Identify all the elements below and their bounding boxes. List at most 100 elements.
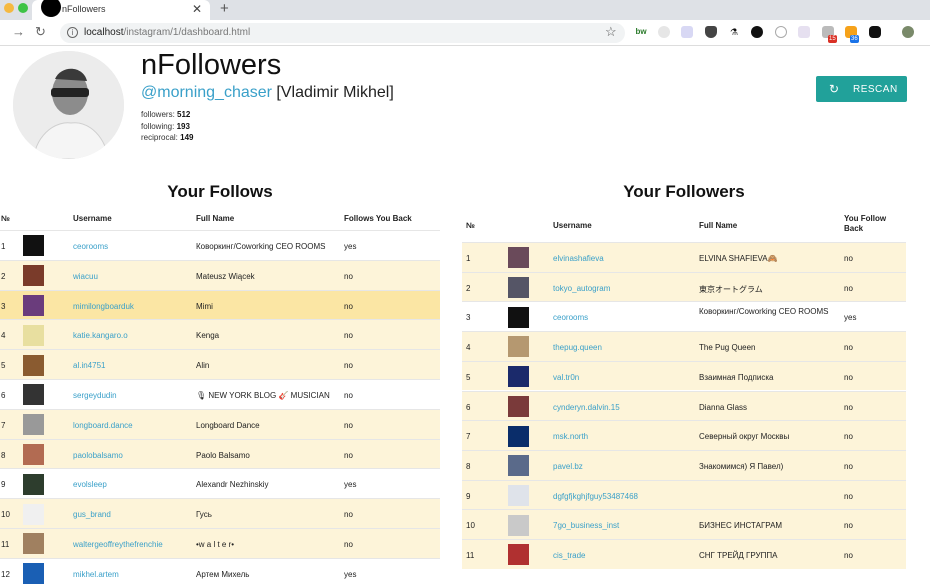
row-number: 8 <box>1 450 6 460</box>
username-link[interactable]: elvinashafieva <box>553 254 604 263</box>
username-link[interactable]: 7go_business_inst <box>553 521 619 530</box>
follow-back-status: no <box>344 361 353 371</box>
username-link[interactable]: cis_trade <box>553 551 585 560</box>
username-link[interactable]: mimilongboarduk <box>73 302 134 311</box>
full-name: Mateusz Wiącek <box>196 271 255 281</box>
col-number-header: № <box>466 221 475 230</box>
table-row[interactable]: 11 cis_trade СНГ ТРЕЙД ГРУППА no <box>462 539 906 569</box>
table-row[interactable]: 5 al.in4751 Alin no <box>0 349 440 379</box>
col-fullname-header[interactable]: Full Name <box>699 221 737 230</box>
col-follows-back-header[interactable]: Follows You Back <box>344 214 412 223</box>
table-row[interactable]: 5 val.tr0n Взаимная Подписка no <box>462 360 906 391</box>
new-tab-button[interactable]: + <box>220 0 229 17</box>
row-number: 9 <box>466 491 471 501</box>
url-path: /instagram/1/dashboard.html <box>123 27 251 38</box>
username-link[interactable]: ceorooms <box>73 242 108 251</box>
username-link[interactable]: ceorooms <box>553 313 588 322</box>
username-link[interactable]: evolsleep <box>73 480 107 489</box>
extension-bottle-icon[interactable] <box>798 26 810 38</box>
extension-pocket-icon[interactable] <box>705 26 717 38</box>
row-number: 9 <box>1 480 6 490</box>
table-row[interactable]: 9 evolsleep Alexandr Nezhinskiy yes <box>0 468 440 499</box>
full-name: Alexandr Nezhinskiy <box>196 480 269 490</box>
reload-icon[interactable]: ↻ <box>35 24 46 40</box>
table-row[interactable]: 6 cynderyn.dalvin.15 Dianna Glass no <box>462 390 906 421</box>
user-avatar-thumbnail <box>23 235 44 257</box>
profile-handle-link[interactable]: @morning_chaser <box>141 84 272 101</box>
table-row[interactable]: 11 waltergeoffreythefrenchie •w a l t e r•… <box>0 528 440 558</box>
username-link[interactable]: wiacuu <box>73 272 98 281</box>
username-link[interactable]: al.in4751 <box>73 361 105 370</box>
username-link[interactable]: thepug.queen <box>553 343 602 352</box>
row-number: 12 <box>1 569 10 579</box>
table-row[interactable]: 8 pavel.bz Знакомимся) Я Павел) no <box>462 449 906 480</box>
table-row[interactable]: 2 tokyo_autogram 東京オートグラム no <box>462 271 906 302</box>
table-row[interactable]: 1 elvinashafieva ELVINA SHAFIEVA🙈 no <box>462 242 906 272</box>
table-row[interactable]: 12 mikhel.artem Артем Михель yes <box>0 557 440 588</box>
follow-back-status: no <box>844 402 853 412</box>
row-number: 1 <box>466 254 471 263</box>
username-link[interactable]: katie.kangaro.o <box>73 331 128 340</box>
follow-back-status: no <box>344 510 353 520</box>
extension-translate-icon[interactable] <box>681 26 693 38</box>
profile-avatar <box>13 51 124 159</box>
username-link[interactable]: tokyo_autogram <box>553 284 610 293</box>
extension-bw-icon[interactable]: bw <box>635 26 647 38</box>
col-username-header[interactable]: Username <box>553 221 592 230</box>
username-link[interactable]: val.tr0n <box>553 373 579 382</box>
extension-cloud-icon[interactable] <box>658 26 670 38</box>
col-username-header[interactable]: Username <box>73 214 112 223</box>
user-avatar-thumbnail <box>23 265 44 287</box>
col-back-header[interactable]: Back <box>844 224 863 233</box>
username-link[interactable]: waltergeoffreythefrenchie <box>73 540 163 549</box>
table-row[interactable]: 4 thepug.queen The Pug Queen no <box>462 331 906 361</box>
reciprocal-count: 149 <box>180 133 194 142</box>
username-link[interactable]: sergeydudin <box>73 391 117 400</box>
table-row[interactable]: 6 sergeydudin 🎙 NEW YORK BLOG 🎸 MUSICIAN no <box>0 379 440 409</box>
followers-count: 512 <box>177 110 191 119</box>
extension-dark-circle-icon[interactable] <box>751 26 763 38</box>
username-link[interactable]: paolobalsamo <box>73 451 123 460</box>
tab-favicon-icon <box>41 0 61 17</box>
maximize-window-button[interactable] <box>18 3 28 13</box>
table-row[interactable]: 1 ceorooms Коворкинг/Coworking CEO ROOMS ye… <box>0 230 440 260</box>
username-link[interactable]: pavel.bz <box>553 462 583 471</box>
minimize-window-button[interactable] <box>4 3 14 13</box>
follows-table: № Username Full Name Follows You Back 1 c… <box>0 208 440 588</box>
follow-back-status: no <box>844 491 853 501</box>
table-row[interactable]: 7 msk.north Северный округ Москвы no <box>462 420 906 450</box>
extension-chat-icon[interactable] <box>869 26 881 38</box>
col-fullname-header[interactable]: Full Name <box>196 214 234 223</box>
extension-circle-icon[interactable] <box>775 26 787 38</box>
forward-arrow-icon[interactable]: → <box>12 24 25 39</box>
bookmark-star-icon[interactable]: ☆ <box>605 24 617 40</box>
full-name: Северный округ Москвы <box>699 432 790 442</box>
rescan-button[interactable]: ↻ RESCAN <box>816 76 907 102</box>
browser-tab[interactable]: nFollowers ✕ <box>32 0 210 20</box>
username-link[interactable]: cynderyn.dalvin.15 <box>553 403 620 412</box>
extension-badge: 15 <box>828 35 837 43</box>
address-bar[interactable]: i localhost/instagram/1/dashboard.html ☆ <box>60 23 625 43</box>
col-you-follow-header[interactable]: You Follow <box>844 214 886 223</box>
table-row[interactable]: 9 dgfgfjkghjfguy53487468 no <box>462 479 906 510</box>
table-row[interactable]: 4 katie.kangaro.o Kenga no <box>0 319 440 350</box>
table-row[interactable]: 3 ceorooms Коворкинг/Coworking CEO ROOMS ye… <box>462 301 906 332</box>
table-row[interactable]: 3 mimilongboarduk Mimi no <box>0 289 440 320</box>
table-row[interactable]: 8 paolobalsamo Paolo Balsamo no <box>0 438 440 469</box>
url-text[interactable]: localhost/instagram/1/dashboard.html <box>84 27 250 38</box>
extension-flask-icon[interactable]: ⚗ <box>728 26 740 38</box>
tab-close-icon[interactable]: ✕ <box>192 2 202 16</box>
table-row[interactable]: 10 7go_business_inst БИЗНЕС ИНСТАГРАМ no <box>462 509 906 539</box>
table-row[interactable]: 2 wiacuu Mateusz Wiącek no <box>0 259 440 290</box>
info-icon[interactable]: i <box>67 27 78 38</box>
row-number: 4 <box>466 343 471 353</box>
table-row[interactable]: 7 longboard.dance Longboard Dance no <box>0 408 440 439</box>
username-link[interactable]: dgfgfjkghjfguy53487468 <box>553 492 638 501</box>
profile-avatar-icon[interactable] <box>902 26 914 38</box>
table-row[interactable]: 10 gus_brand Гусь no <box>0 498 440 528</box>
username-link[interactable]: msk.north <box>553 432 588 441</box>
username-link[interactable]: longboard.dance <box>73 421 133 430</box>
username-link[interactable]: gus_brand <box>73 510 111 519</box>
follows-title: Your Follows <box>167 182 273 201</box>
username-link[interactable]: mikhel.artem <box>73 570 119 579</box>
